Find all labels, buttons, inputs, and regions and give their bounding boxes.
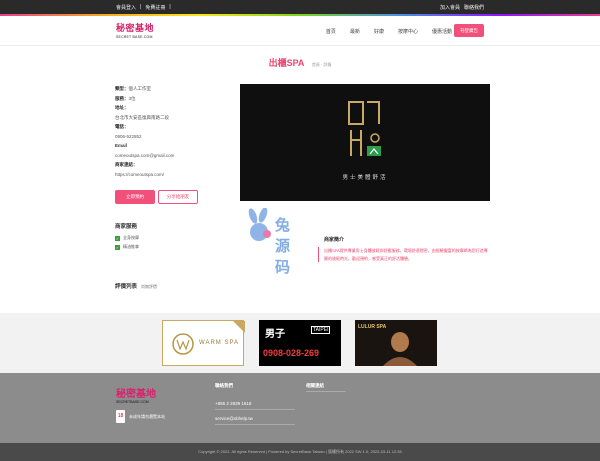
banner-warm-label: WARM SPA [199, 340, 240, 346]
intro-title: 商家簡介 [324, 237, 345, 243]
footer-contact-title: 聯絡我們 [215, 383, 233, 388]
nav-item-promo[interactable]: 優惠活動 [432, 28, 452, 35]
share-button[interactable]: 分享給朋友 [158, 190, 198, 204]
banner-men[interactable]: 男子 TAIPEI 0908-028-269 [259, 320, 341, 366]
footer-logo-title: 秘密基地 [116, 389, 156, 400]
main-nav: 秘密基地 SECRET BASE.COM 首頁 最新 好康 按摩中心 優惠活動 … [0, 16, 600, 46]
info-row-email[interactable]: comeoutspa.com@gmail.com [115, 151, 215, 161]
nav-item-home[interactable]: 首頁 [326, 28, 336, 35]
hero-tagline: 男士美體舒活 [342, 175, 388, 181]
contact-link[interactable]: 聯絡我們 [464, 4, 484, 11]
separator: | [169, 4, 171, 10]
top-bar-right: 加入會員 聯絡我們 [440, 4, 484, 11]
register-link[interactable]: 免費註冊 [145, 4, 165, 11]
logo-subtitle: SECRET BASE.COM [116, 35, 153, 39]
check-icon: ✓ [115, 244, 120, 250]
footer-logo-subtitle: SECRETBASE.COM [116, 400, 149, 404]
info-row-address: 台北市大安區復興南路二段 [115, 114, 169, 120]
nav-item-latest[interactable]: 最新 [350, 28, 360, 35]
nav-item-massage[interactable]: 按摩中心 [398, 28, 418, 35]
store-info: 類型：個人工作室 服務：3位 地址： 台北市大安區復興南路二段 電話： 0906… [115, 84, 215, 179]
service-item: ✓ 全身按摩 [115, 235, 139, 241]
watermark: 兔源码 [245, 207, 290, 276]
store-intro: 商家簡介 出櫃SPA提供專業男士身體放鬆與舒壓服務，環境舒適隱密，由經驗豐富的按… [318, 236, 490, 262]
footer-phone[interactable]: +886 2 2839 1618 [215, 399, 295, 410]
services-section: 商家服務 ✓ 全身按摩 ✓ 精油推拿 [115, 222, 215, 253]
page-title-bar: 出櫃SPA 首頁 · 詳情 [0, 56, 600, 69]
info-row-phone-label: 電話： [115, 124, 129, 129]
login-link[interactable]: 會員登入 [116, 4, 136, 11]
banner-men-phone: 0908-028-269 [263, 348, 320, 358]
rating-title: 評價列表 [115, 284, 138, 290]
info-row-service: 服務：3位 [115, 95, 136, 101]
info-row-type: 類型：個人工作室 [115, 86, 151, 91]
info-row-link[interactable]: https://comeoutspa.com/ [115, 170, 215, 180]
top-bar-left: 會員登入 | 免費註冊 | [116, 4, 171, 11]
page-title: 出櫃SPA [268, 58, 305, 68]
watermark-text: 兔源码 [275, 217, 292, 276]
banner-men-title: 男子 [265, 329, 285, 340]
logo-title: 秘密基地 [116, 24, 155, 34]
service-item: ✓ 精油推拿 [115, 244, 139, 250]
store-hero-image: 男士美體舒活 [240, 84, 490, 201]
top-bar: 會員登入 | 免費註冊 | 加入會員 聯絡我們 [0, 0, 600, 14]
check-icon: ✓ [115, 235, 120, 241]
info-row-address-label: 地址： [115, 105, 129, 110]
banner-lulur-label: LULUR SPA [358, 324, 387, 330]
nav-links: 首頁 最新 好康 按摩中心 優惠活動 [326, 28, 452, 35]
footer-logo[interactable]: 秘密基地 SECRETBASE.COM [116, 385, 186, 405]
separator: | [140, 4, 142, 10]
footer-email[interactable]: service@sbhelp.tw [215, 414, 295, 425]
services-title: 商家服務 [115, 224, 138, 230]
intro-text: 出櫃SPA提供專業男士身體放鬆與舒壓服務，環境舒適隱密，由經驗豐富的按摩師為您打… [318, 247, 490, 262]
post-ad-button[interactable]: 刊登廣告 [454, 24, 484, 37]
ad-banners: WARM SPA 男子 TAIPEI 0908-028-269 LULUR SP… [0, 313, 600, 373]
book-button[interactable]: 立即預約 [115, 190, 155, 204]
rabbit-icon [248, 207, 271, 241]
copyright-bar: Copyright © 2022. All rights Reserved | … [0, 443, 600, 461]
site-logo[interactable]: 秘密基地 SECRET BASE.COM [116, 21, 162, 41]
info-row-email-label: Email [115, 143, 128, 148]
footer-contact: 聯絡我們 +886 2 2839 1618 service@sbhelp.tw [215, 383, 295, 429]
banner-lulur-spa[interactable]: LULUR SPA [355, 320, 437, 366]
nav-item-deals[interactable]: 好康 [374, 28, 384, 35]
brand-mark-icon [348, 101, 381, 156]
banner-warm-spa[interactable]: WARM SPA [162, 320, 245, 366]
banner-men-sub: TAIPEI [311, 326, 331, 334]
breadcrumb[interactable]: 首頁 · 詳情 [312, 62, 332, 67]
age-restrict-icon: 18 [116, 410, 125, 423]
footer-links-title: 相關連結 [306, 383, 346, 392]
info-row-link-label: 商家連結： [115, 162, 138, 167]
info-row-phone[interactable]: 0906-522852 [115, 132, 215, 142]
footer-age-notice: 18 未成年請勿瀏覽本站 [116, 410, 165, 423]
rating-empty: 尚無評價 [141, 284, 158, 289]
rating-section: 評價列表 尚無評價 [115, 282, 157, 290]
site-footer: 秘密基地 SECRETBASE.COM 18 未成年請勿瀏覽本站 聯絡我們 +8… [0, 373, 600, 443]
join-link[interactable]: 加入會員 [440, 4, 460, 11]
